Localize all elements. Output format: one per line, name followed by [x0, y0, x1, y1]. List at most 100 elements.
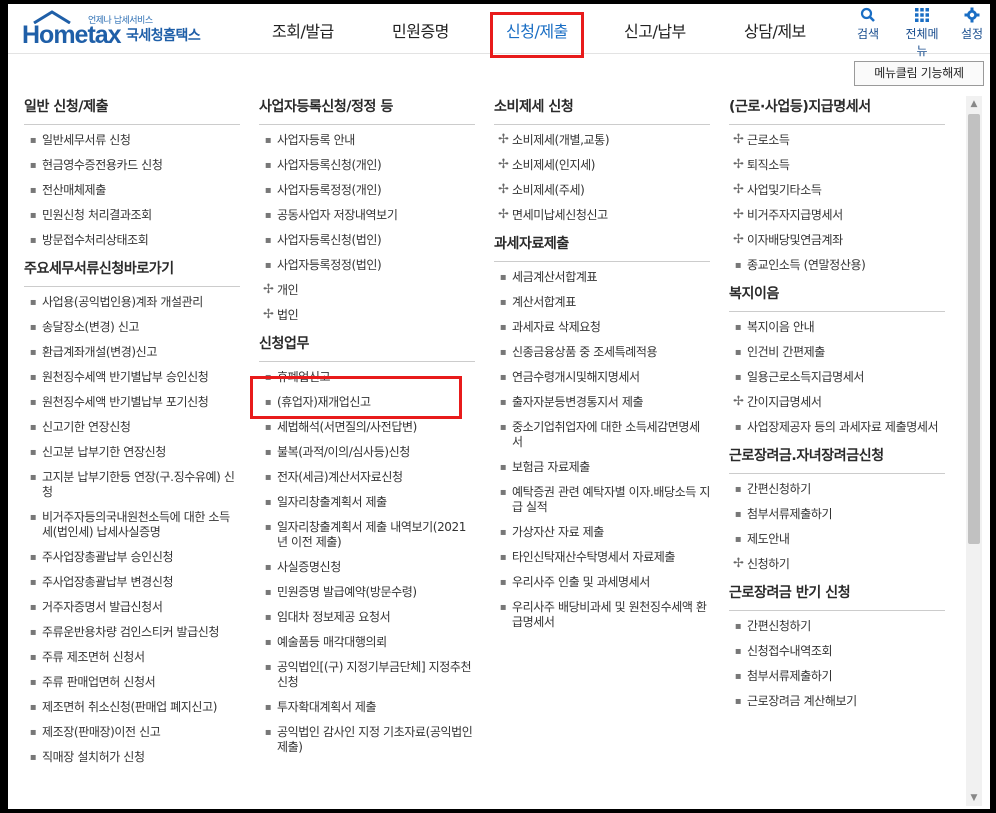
nav-report-pay[interactable]: 신고/납부	[624, 18, 686, 42]
menu-item[interactable]: ▪ 중소기업취업자에 대한 소득세감면명세서	[494, 420, 710, 450]
menu-item[interactable]: ▪ 거주자증명서 발급신청서	[24, 600, 240, 615]
menu-item[interactable]: ▪ 가상자산 자료 제출	[494, 525, 710, 540]
menu-item[interactable]: ▪ 주류 판매업면허 신청서	[24, 675, 240, 690]
menu-item[interactable]: ✢ 신청하기	[729, 556, 945, 572]
menu-item[interactable]: ▪ 과세자료 삭제요청	[494, 320, 710, 335]
menu-section-title[interactable]: 소비제세 신청	[494, 96, 710, 125]
menu-item[interactable]: ▪ 세금계산서합계표	[494, 270, 710, 285]
menu-item[interactable]: ▪ 사업용(공익법인용)계좌 개설관리	[24, 295, 240, 310]
menu-item[interactable]: ▪ 비거주자등의국내원천소득에 대한 소득세(법인세) 납세사실증명	[24, 510, 240, 540]
menu-item[interactable]: ▪ 첨부서류제출하기	[729, 507, 945, 522]
menu-item[interactable]: ▪ 주류운반용차량 검인스티커 발급신청	[24, 625, 240, 640]
full-menu-button[interactable]: 전체메뉴	[900, 7, 944, 59]
menu-section-title[interactable]: 사업자등록신청/정정 등	[259, 96, 475, 125]
hometax-logo[interactable]: 언제나 납세서비스 Hometax 국세청홈택스	[22, 8, 218, 50]
menu-item[interactable]: ✢ 이자배당및연금계좌	[729, 232, 945, 248]
menu-item[interactable]: ▪ 일용근로소득지급명세서	[729, 370, 945, 385]
menu-item[interactable]: ▪ 종교인소득 (연말정산용)	[729, 258, 945, 273]
menu-item[interactable]: ▪ 출자자분등변경통지서 제출	[494, 395, 710, 410]
menu-item[interactable]: ▪ 공익법인[(구) 지정기부금단체] 지정추천 신청	[259, 660, 475, 690]
menu-item[interactable]: ▪ 투자확대계획서 제출	[259, 700, 475, 715]
settings-button[interactable]: 설정	[952, 7, 990, 42]
menu-section-title[interactable]: 일반 신청/제출	[24, 96, 240, 125]
menu-item[interactable]: ▪ 사업자등록정정(개인)	[259, 183, 475, 198]
nav-civil-certificate[interactable]: 민원증명	[392, 18, 449, 42]
menu-item[interactable]: ▪ 불복(과적/이의/심사등)신청	[259, 445, 475, 460]
menu-item[interactable]: ▪ 일반세무서류 신청	[24, 133, 240, 148]
nav-consult-report[interactable]: 상담/제보	[744, 18, 806, 42]
menu-item[interactable]: ▪ 사업자등록신청(법인)	[259, 233, 475, 248]
menu-close-toggle-button[interactable]: 메뉴클림 기능해제	[854, 61, 984, 86]
menu-item[interactable]: ▪ 계산서합계표	[494, 295, 710, 310]
menu-item[interactable]: ▪ 간편신청하기	[729, 482, 945, 497]
menu-item[interactable]: ▪ 사업장제공자 등의 과세자료 제출명세서	[729, 420, 945, 435]
menu-section-title[interactable]: 복지이음	[729, 283, 945, 312]
menu-item[interactable]: ▪ 우리사주 인출 및 과세명세서	[494, 575, 710, 590]
menu-item[interactable]: ▪ 환급계좌개설(변경)신고	[24, 345, 240, 360]
menu-item[interactable]: ▪ 간편신청하기	[729, 619, 945, 634]
menu-item[interactable]: ✢ 퇴직소득	[729, 157, 945, 173]
menu-section-title[interactable]: 근로장려금 반기 신청	[729, 582, 945, 611]
menu-section-title[interactable]: 신청업무	[259, 333, 475, 362]
menu-item[interactable]: ▪ 근로장려금 계산해보기	[729, 694, 945, 709]
menu-item[interactable]: ▪ 신고기한 연장신청	[24, 420, 240, 435]
menu-item[interactable]: ▪ 주류 제조면허 신청서	[24, 650, 240, 665]
menu-item[interactable]: ▪ 첨부서류제출하기	[729, 669, 945, 684]
menu-section-title[interactable]: 근로장려금.자녀장려금신청	[729, 445, 945, 474]
menu-item[interactable]: ▪ 신청접수내역조회	[729, 644, 945, 659]
menu-item[interactable]: ▪ 일자리창출계획서 제출 내역보기(2021년 이전 제출)	[259, 520, 475, 550]
menu-item[interactable]: ▪ 전산매체제출	[24, 183, 240, 198]
menu-item[interactable]: ▪ 주사업장총괄납부 승인신청	[24, 550, 240, 565]
menu-item[interactable]: ▪ 복지이음 안내	[729, 320, 945, 335]
vertical-scrollbar[interactable]: ▲ ▼	[966, 96, 982, 806]
menu-item[interactable]: ▪ 제도안내	[729, 532, 945, 547]
menu-item[interactable]: ▪ 전자(세금)계산서자료신청	[259, 470, 475, 485]
menu-item[interactable]: ▪ 사실증명신청	[259, 560, 475, 575]
menu-item[interactable]: ✢ 소비제세(개별,교통)	[494, 132, 710, 148]
menu-item[interactable]: ▪ 일자리창출계획서 제출	[259, 495, 475, 510]
menu-item[interactable]: ✢ 개인	[259, 282, 475, 298]
menu-item[interactable]: ▪ 원천징수세액 반기별납부 승인신청	[24, 370, 240, 385]
menu-item[interactable]: ✢ 사업및기타소득	[729, 182, 945, 198]
menu-item[interactable]: ▪ 제조장(판매장)이전 신고	[24, 725, 240, 740]
menu-item[interactable]: ▪ 우리사주 배당비과세 및 원천징수세액 환급명세서	[494, 600, 710, 630]
menu-section-title[interactable]: 주요세무서류신청바로가기	[24, 258, 240, 287]
menu-item[interactable]: ▪ 신종금융상품 중 조세특례적용	[494, 345, 710, 360]
menu-item[interactable]: ▪ 예술품등 매각대행의뢰	[259, 635, 475, 650]
menu-item[interactable]: ▪ 연금수령개시및해지명세서	[494, 370, 710, 385]
menu-item[interactable]: ▪ 사업자등록신청(개인)	[259, 158, 475, 173]
menu-item[interactable]: ✢ 근로소득	[729, 132, 945, 148]
menu-item[interactable]: ▪ 예탁증권 관련 예탁자별 이자.배당소득 지급 실적	[494, 485, 711, 515]
menu-item[interactable]: ▪ 신고분 납부기한 연장신청	[24, 445, 240, 460]
menu-item[interactable]: ✢ 소비제세(인지세)	[494, 157, 710, 173]
menu-item[interactable]: ▪ 고지분 납부기한등 연장(구.징수유예) 신청	[24, 470, 240, 500]
menu-item[interactable]: ✢ 비거주자지급명세서	[729, 207, 945, 223]
menu-item[interactable]: ▪ 제조면허 취소신청(판매업 폐지신고)	[24, 700, 240, 715]
menu-item[interactable]: ✢ 소비제세(주세)	[494, 182, 710, 198]
menu-item[interactable]: ▪ 공동사업자 저장내역보기	[259, 208, 475, 223]
scroll-up-arrow-icon[interactable]: ▲	[966, 96, 982, 112]
menu-item[interactable]: ▪ 직매장 설치허가 신청	[24, 750, 240, 765]
menu-item[interactable]: ▪ 타인신탁재산수탁명세서 자료제출	[494, 550, 710, 565]
scroll-down-arrow-icon[interactable]: ▼	[966, 790, 982, 806]
menu-item[interactable]: ▪ 주사업장총괄납부 변경신청	[24, 575, 240, 590]
menu-item[interactable]: ▪ 현금영수증전용카드 신청	[24, 158, 240, 173]
menu-item[interactable]: ✢ 법인	[259, 307, 475, 323]
menu-item[interactable]: ▪ 사업자등록정정(법인)	[259, 258, 475, 273]
menu-item[interactable]: ▪ 송달장소(변경) 신고	[24, 320, 240, 335]
menu-item[interactable]: ▪ 사업자등록 안내	[259, 133, 475, 148]
menu-section-title[interactable]: 과세자료제출	[494, 233, 710, 262]
search-button[interactable]: 검색	[848, 7, 888, 42]
menu-item[interactable]: ▪ 민원증명 발급예약(방문수령)	[259, 585, 475, 600]
menu-item[interactable]: ▪ 임대차 정보제공 요청서	[259, 610, 475, 625]
menu-item[interactable]: ▪ 공익법인 감사인 지정 기초자료(공익법인 제출)	[259, 725, 475, 755]
menu-item[interactable]: ▪ 세법해석(서면질의/사전답변)	[259, 420, 475, 435]
menu-section-title[interactable]: (근로·사업등)지급명세서	[729, 96, 945, 125]
menu-item[interactable]: ✢ 간이지급명세서	[729, 394, 945, 410]
menu-item[interactable]: ✢ 면세미납세신청신고	[494, 207, 710, 223]
menu-item[interactable]: ▪ 방문접수처리상태조회	[24, 233, 240, 248]
scroll-thumb[interactable]	[968, 114, 980, 544]
nav-inquiry-issue[interactable]: 조회/발급	[272, 18, 334, 42]
menu-item[interactable]: ▪ 인건비 간편제출	[729, 345, 945, 360]
menu-item[interactable]: ▪ 원천징수세액 반기별납부 포기신청	[24, 395, 240, 410]
